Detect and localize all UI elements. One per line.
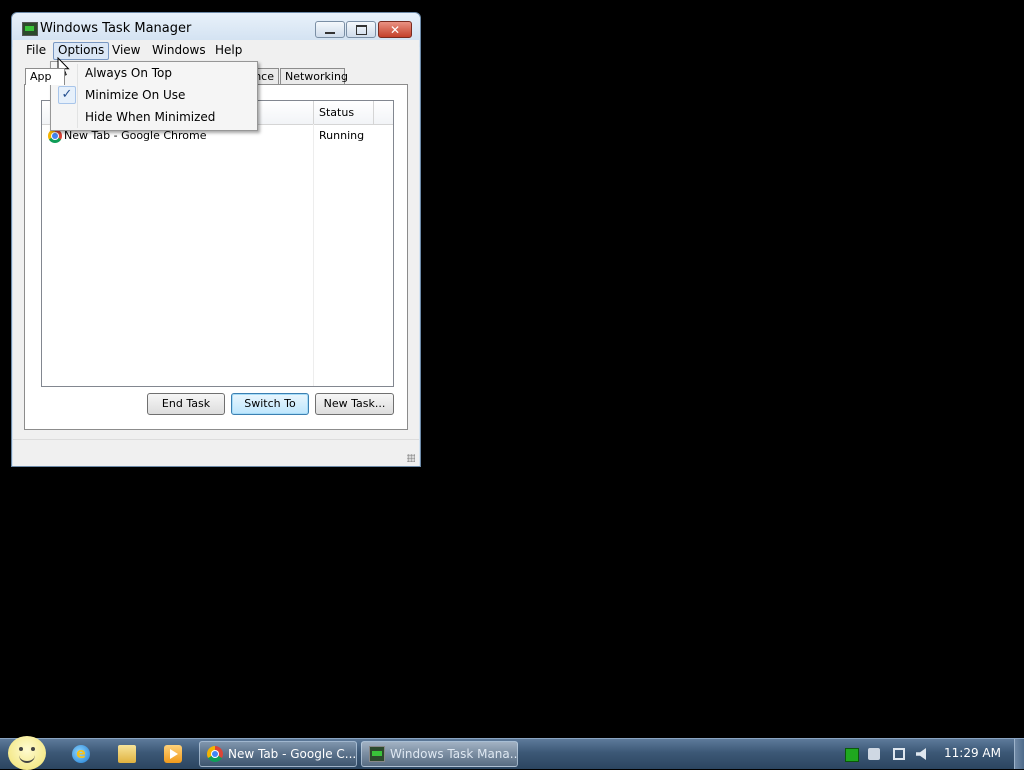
end-task-button[interactable]: End Task xyxy=(147,393,225,415)
window-title: Windows Task Manager xyxy=(40,21,192,36)
new-task-button[interactable]: New Task... xyxy=(315,393,394,415)
column-divider[interactable] xyxy=(313,101,314,124)
taskbar-button-label: New Tab - Google C... xyxy=(228,747,357,761)
maximize-button[interactable] xyxy=(346,21,376,38)
close-icon: ✕ xyxy=(389,22,401,37)
maximize-icon xyxy=(355,24,367,35)
menu-help[interactable]: Help xyxy=(212,42,245,58)
folder-icon[interactable] xyxy=(118,745,136,763)
media-player-icon[interactable] xyxy=(164,745,182,763)
tab-networking[interactable]: Networking xyxy=(280,68,348,84)
status-bar xyxy=(13,439,419,466)
menu-bar: File Options View Windows Help xyxy=(13,40,419,60)
minimize-icon xyxy=(325,31,335,34)
menu-windows[interactable]: Windows xyxy=(149,42,209,58)
show-desktop-button[interactable] xyxy=(1014,739,1024,769)
task-status: Running xyxy=(319,129,365,142)
options-menu-dropdown: Always On Top ✓ Minimize On Use Hide Whe… xyxy=(50,61,258,131)
network-icon[interactable] xyxy=(893,748,905,760)
system-clock[interactable]: 11:29 AM xyxy=(944,746,1001,760)
menu-item-minimize-on-use[interactable]: ✓ Minimize On Use xyxy=(53,85,255,106)
menu-item-label: Hide When Minimized xyxy=(85,110,216,124)
column-header-status[interactable]: Status xyxy=(319,106,354,119)
taskbar: e New Tab - Google C... Windows Task Man… xyxy=(0,736,1024,770)
task-manager-icon xyxy=(22,22,38,36)
resize-grip-icon[interactable] xyxy=(407,454,415,462)
close-button[interactable]: ✕ xyxy=(378,21,412,38)
tab-applications[interactable]: App xyxy=(25,68,65,85)
switch-to-button[interactable]: Switch To xyxy=(231,393,309,415)
menu-item-label: Minimize On Use xyxy=(85,88,186,102)
minimize-button[interactable] xyxy=(315,21,345,38)
cpu-usage-tray-icon[interactable] xyxy=(845,748,859,762)
checkmark-icon: ✓ xyxy=(58,86,76,104)
taskbar-button-task-manager[interactable]: Windows Task Mana... xyxy=(361,741,518,767)
action-center-flag-icon[interactable] xyxy=(868,748,880,760)
column-divider[interactable] xyxy=(373,101,374,124)
menu-item-label: Always On Top xyxy=(85,66,172,80)
taskbar-button-chrome[interactable]: New Tab - Google C... xyxy=(199,741,357,767)
task-manager-icon xyxy=(369,746,385,762)
menu-item-always-on-top[interactable]: Always On Top xyxy=(53,63,255,84)
menu-file[interactable]: File xyxy=(23,42,49,58)
volume-icon[interactable] xyxy=(916,748,926,760)
chrome-icon xyxy=(207,746,223,762)
menu-view[interactable]: View xyxy=(109,42,143,58)
column-gridline xyxy=(313,124,314,386)
task-list[interactable]: Status New Tab - Google Chrome Running xyxy=(41,100,394,387)
internet-explorer-icon[interactable]: e xyxy=(72,745,90,763)
taskbar-button-label: Windows Task Mana... xyxy=(390,747,518,761)
chrome-icon xyxy=(48,129,62,143)
menu-item-hide-when-minimized[interactable]: Hide When Minimized xyxy=(53,107,255,128)
start-button-icon[interactable] xyxy=(8,736,46,770)
